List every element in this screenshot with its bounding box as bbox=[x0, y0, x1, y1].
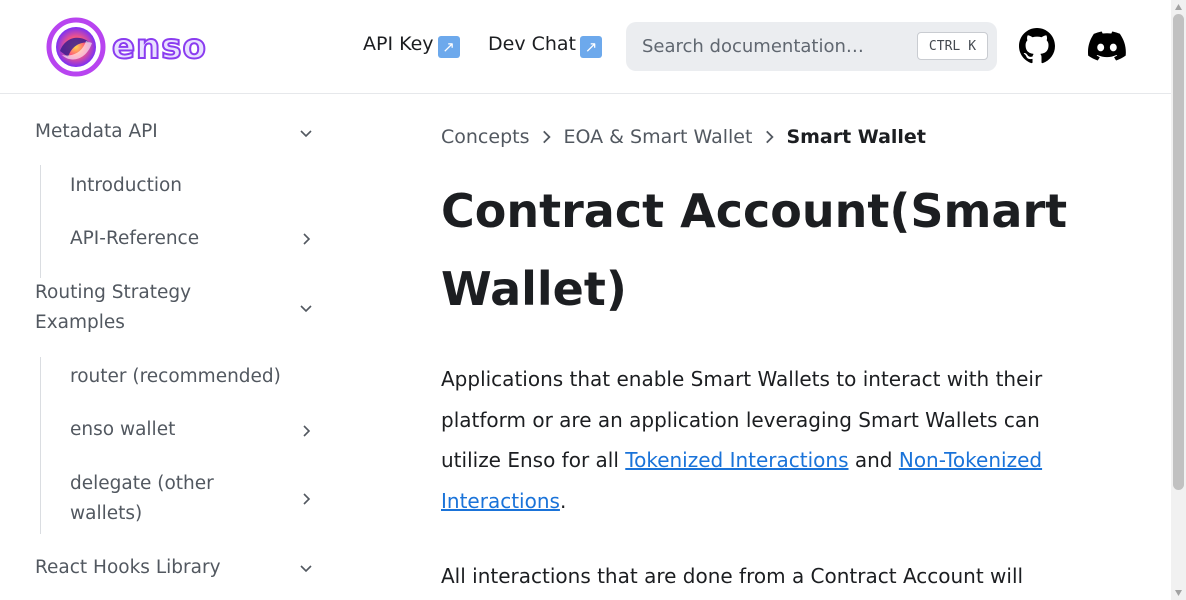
api-key-link[interactable]: API Key ↗ bbox=[363, 33, 460, 58]
sidebar-item-metadata-api[interactable]: Metadata API bbox=[35, 117, 158, 147]
chevron-down-icon[interactable] bbox=[298, 560, 314, 576]
sidebar-guide-line bbox=[40, 357, 41, 534]
sidebar-item-api-reference[interactable]: API-Reference bbox=[70, 224, 199, 254]
external-link-icon: ↗ bbox=[580, 36, 603, 58]
sidebar-item-delegate[interactable]: delegate (other wallets) bbox=[70, 469, 260, 529]
sidebar-item-label: Metadata API bbox=[35, 121, 158, 142]
top-navbar: enso API Key↗ Dev Chat↗ CTRL K bbox=[0, 0, 1171, 94]
dev-chat-link[interactable]: Dev Chat ↗ bbox=[488, 33, 603, 58]
sidebar-item-introduction[interactable]: Introduction bbox=[70, 171, 182, 201]
chevron-right-icon bbox=[543, 130, 552, 144]
brand-logo[interactable]: enso bbox=[46, 16, 246, 78]
sidebar-item-react-hooks-library[interactable]: React Hooks Library bbox=[35, 553, 221, 583]
sidebar-item-label: enso wallet bbox=[70, 419, 176, 440]
sidebar-item-enso-wallet[interactable]: enso wallet bbox=[70, 415, 175, 445]
search-input[interactable] bbox=[642, 22, 912, 71]
github-icon[interactable] bbox=[1019, 28, 1055, 64]
scroll-down-icon[interactable] bbox=[1174, 589, 1183, 597]
dev-chat-label: Dev Chat bbox=[488, 33, 577, 55]
sidebar-item-label: Introduction bbox=[70, 175, 183, 196]
discord-icon[interactable] bbox=[1088, 31, 1126, 61]
breadcrumb: Concepts EOA & Smart Wallet Smart Wallet bbox=[441, 126, 926, 148]
sidebar-item-routing-strategy-examples[interactable]: Routing Strategy Examples bbox=[35, 278, 265, 338]
scrollbar-thumb[interactable] bbox=[1173, 14, 1184, 490]
sidebar-item-label: Routing Strategy Examples bbox=[35, 282, 192, 333]
search-shortcut-hint: CTRL K bbox=[917, 32, 988, 60]
docs-sidebar: Metadata API Introduction API-Reference … bbox=[0, 95, 340, 600]
chevron-right-icon bbox=[766, 130, 775, 144]
sidebar-item-label: delegate (other wallets) bbox=[70, 473, 214, 524]
scroll-up-icon[interactable] bbox=[1174, 3, 1183, 11]
chevron-right-icon[interactable] bbox=[298, 491, 314, 507]
sidebar-item-router[interactable]: router (recommended) bbox=[70, 362, 281, 392]
chevron-right-icon[interactable] bbox=[298, 231, 314, 247]
brand-name: enso bbox=[111, 26, 207, 68]
sidebar-item-label: React Hooks Library bbox=[35, 557, 221, 578]
external-link-icon: ↗ bbox=[437, 36, 460, 58]
kbd-ctrl: CTRL bbox=[928, 38, 961, 54]
page-title: Contract Account(Smart Wallet) bbox=[441, 184, 1068, 316]
sidebar-item-label: router (recommended) bbox=[70, 366, 281, 387]
sidebar-item-label: API-Reference bbox=[70, 228, 200, 249]
tokenized-interactions-link[interactable]: Tokenized Interactions bbox=[625, 448, 848, 472]
article-paragraph: Applications that enable Smart Wallets t… bbox=[441, 359, 1101, 521]
chevron-down-icon[interactable] bbox=[298, 300, 314, 316]
enso-logo-icon bbox=[46, 17, 106, 77]
breadcrumb-concepts[interactable]: Concepts bbox=[441, 126, 529, 148]
paragraph-text: and bbox=[848, 448, 899, 473]
chevron-right-icon[interactable] bbox=[298, 423, 314, 439]
breadcrumb-eoa-smart-wallet[interactable]: EOA & Smart Wallet bbox=[563, 126, 752, 148]
kbd-k: K bbox=[968, 38, 977, 54]
sidebar-guide-line bbox=[40, 165, 41, 278]
chevron-down-icon[interactable] bbox=[298, 125, 314, 141]
paragraph-text: All interactions that are done from a Co… bbox=[441, 564, 1024, 588]
article-paragraph: All interactions that are done from a Co… bbox=[441, 556, 1101, 597]
paragraph-text: . bbox=[559, 488, 567, 513]
api-key-label: API Key bbox=[363, 33, 434, 55]
breadcrumb-current: Smart Wallet bbox=[786, 126, 926, 148]
